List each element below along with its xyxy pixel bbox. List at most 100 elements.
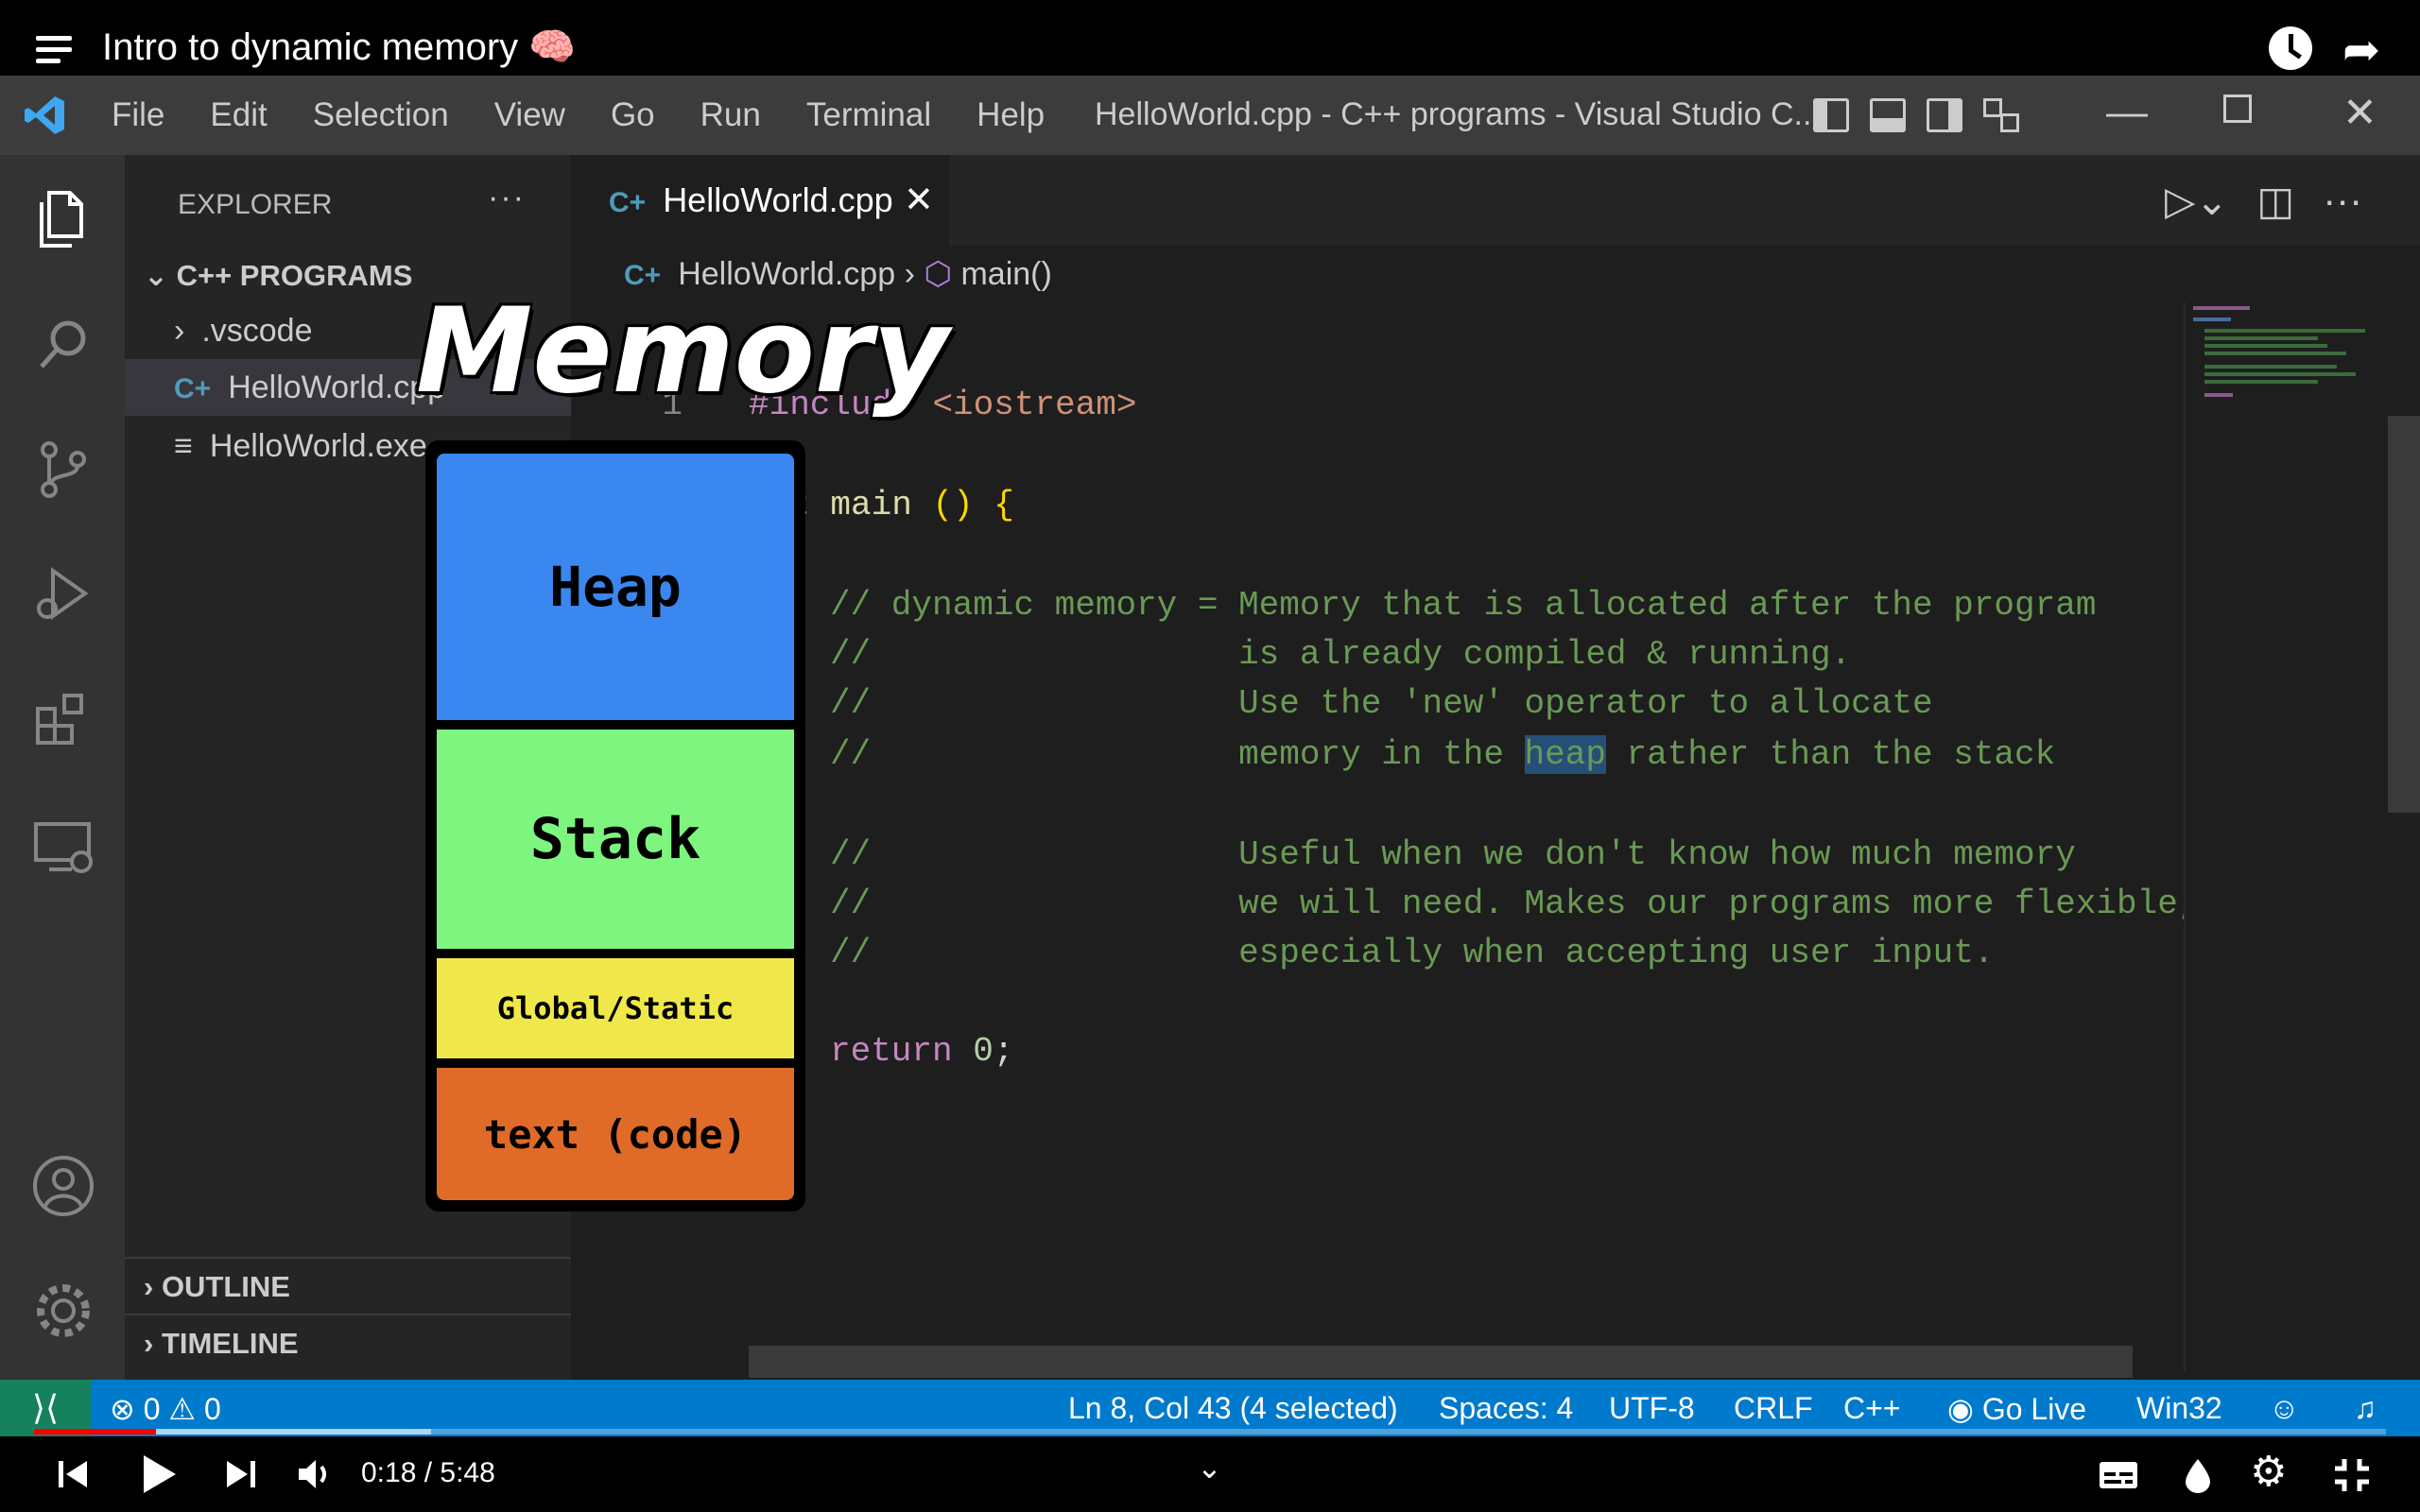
settings-gear-icon[interactable] [25, 1272, 102, 1349]
brackets: () { [932, 486, 1014, 524]
captions-icon[interactable] [2099, 1461, 2138, 1489]
folder-name: C++ PROGRAMS [176, 259, 413, 292]
menu-run[interactable]: Run [700, 96, 761, 134]
scrollbar-thumb[interactable] [2388, 416, 2420, 813]
minimize-button[interactable]: — [2106, 89, 2148, 136]
language-mode[interactable]: C++ [1843, 1391, 1900, 1426]
toggle-primary-sidebar-icon[interactable] [1813, 98, 1849, 132]
playlist-menu-icon[interactable] [36, 36, 72, 66]
current-time: 0:18 [361, 1457, 417, 1488]
keyword-return: return [830, 1032, 953, 1071]
explorer-header: EXPLORER [178, 189, 333, 220]
code-editor[interactable]: 1 3 #include <iostream> int main () { //… [571, 302, 2198, 1380]
menu-view[interactable]: View [494, 96, 565, 134]
tab-helloworld-cpp[interactable]: C+ HelloWorld.cpp ✕ [571, 155, 949, 246]
broadcast-icon: ◉ [1947, 1392, 1982, 1426]
extensions-icon[interactable] [25, 680, 102, 758]
exit-fullscreen-icon[interactable] [2333, 1457, 2371, 1493]
comment-line: // Useful when we don't know how much me… [830, 835, 2076, 874]
folder-header[interactable]: ⌄ C++ PROGRAMS [144, 259, 412, 293]
customize-layout-icon[interactable] [1983, 98, 2019, 132]
end-of-line[interactable]: CRLF [1734, 1391, 1813, 1426]
close-window-button[interactable]: ✕ [2342, 89, 2377, 137]
include-header: <iostream> [932, 386, 1137, 424]
vscode-window: File Edit Selection View Go Run Terminal… [0, 76, 2420, 1436]
minimap[interactable] [2184, 302, 2382, 1370]
tree-item-label: .vscode [201, 313, 313, 349]
search-icon[interactable] [25, 306, 102, 384]
volume-icon[interactable] [297, 1457, 335, 1491]
watch-later-icon[interactable] [2269, 26, 2312, 70]
split-editor-icon[interactable]: ◫ [2257, 178, 2295, 224]
timeline-section[interactable]: › TIMELINE [125, 1314, 571, 1370]
number-literal: 0 [952, 1032, 994, 1071]
video-title[interactable]: Intro to dynamic memory 🧠 [102, 25, 576, 69]
run-debug-icon[interactable] [25, 556, 102, 633]
activity-bar [0, 155, 125, 1380]
minimap-line [2204, 372, 2356, 376]
remote-explorer-icon[interactable] [25, 807, 102, 885]
explorer-icon[interactable] [25, 180, 102, 257]
chevron-down-icon[interactable]: ⌄ [1197, 1450, 1222, 1486]
minimap-line [2204, 344, 2327, 348]
time-separator: / [416, 1457, 441, 1488]
remote-indicator-icon[interactable]: ⟩⟨ [0, 1380, 91, 1436]
settings-gear-icon[interactable]: ⚙ [2250, 1448, 2287, 1496]
comment-line: // memory in the heap rather than the st… [830, 735, 2055, 774]
menu-file[interactable]: File [112, 96, 164, 134]
video-progress-bar[interactable] [34, 1429, 2386, 1435]
outline-section[interactable]: › OUTLINE [125, 1257, 571, 1314]
comment-line: // especially when accepting user input. [830, 934, 1995, 972]
accounts-icon[interactable] [25, 1147, 102, 1225]
chevron-right-icon: › [174, 313, 185, 349]
chevron-right-icon: › [144, 1270, 162, 1303]
horizontal-scrollbar[interactable] [749, 1346, 2133, 1378]
run-file-icon[interactable]: ▷⌄ [2165, 178, 2229, 224]
tree-item-label: HelloWorld.cpp [228, 369, 446, 405]
notifications-icon[interactable]: ♫ [2354, 1391, 2377, 1426]
tab-close-icon[interactable]: ✕ [904, 155, 934, 246]
minimap-line [2204, 352, 2346, 355]
memory-segment-heap: Heap [437, 454, 794, 720]
next-icon[interactable] [223, 1457, 257, 1491]
breadcrumb-symbol[interactable]: main() [960, 256, 1051, 292]
warning-count: 0 [203, 1392, 221, 1426]
minimap-line [2204, 336, 2318, 340]
play-icon[interactable] [140, 1453, 178, 1495]
chevron-down-icon: ⌄ [144, 259, 177, 292]
status-bar: ⟩⟨ ⊗ 0 ⚠ 0 Ln 8, Col 43 (4 selected) Spa… [0, 1380, 2420, 1436]
title-bar: File Edit Selection View Go Run Terminal… [0, 76, 2420, 155]
menu-edit[interactable]: Edit [210, 96, 267, 134]
platform[interactable]: Win32 [2136, 1391, 2222, 1426]
feedback-icon[interactable]: ☺ [2269, 1391, 2300, 1426]
timeline-label: TIMELINE [161, 1327, 299, 1360]
source-control-icon[interactable] [25, 431, 102, 508]
indentation[interactable]: Spaces: 4 [1439, 1391, 1573, 1426]
file-icon: ≡ [174, 428, 193, 464]
toggle-secondary-sidebar-icon[interactable] [1927, 98, 1962, 132]
menu-selection[interactable]: Selection [313, 96, 449, 134]
memory-segment-stack: Stack [437, 730, 794, 949]
cursor-position[interactable]: Ln 8, Col 43 (4 selected) [1068, 1391, 1398, 1426]
toggle-panel-icon[interactable] [1870, 98, 1906, 132]
vertical-scrollbar[interactable] [2388, 302, 2420, 1370]
menu-go[interactable]: Go [611, 96, 655, 134]
comment-line: // Use the 'new' operator to allocate [830, 684, 1933, 723]
encoding[interactable]: UTF-8 [1609, 1391, 1695, 1426]
go-live-button[interactable]: ◉ Go Live [1947, 1391, 2086, 1427]
comment-line: // we will need. Makes our programs more… [830, 885, 2199, 923]
menu-terminal[interactable]: Terminal [806, 96, 931, 134]
previous-icon[interactable] [57, 1457, 91, 1491]
outline-label: OUTLINE [161, 1270, 290, 1303]
chevron-right-icon: › [144, 1327, 162, 1360]
cpp-file-icon: C+ [174, 373, 212, 404]
more-actions-icon[interactable]: ··· [488, 180, 526, 216]
ambient-mode-icon[interactable] [2184, 1457, 2212, 1493]
share-icon[interactable]: ➦ [2342, 28, 2380, 74]
menu-help[interactable]: Help [977, 96, 1045, 134]
more-actions-icon[interactable]: ··· [2323, 178, 2362, 224]
problems-indicator[interactable]: ⊗ 0 ⚠ 0 [110, 1391, 221, 1427]
restore-button[interactable] [2223, 94, 2252, 123]
minimap-line [2204, 365, 2337, 369]
menu-bar: File Edit Selection View Go Run Terminal… [112, 76, 1090, 155]
